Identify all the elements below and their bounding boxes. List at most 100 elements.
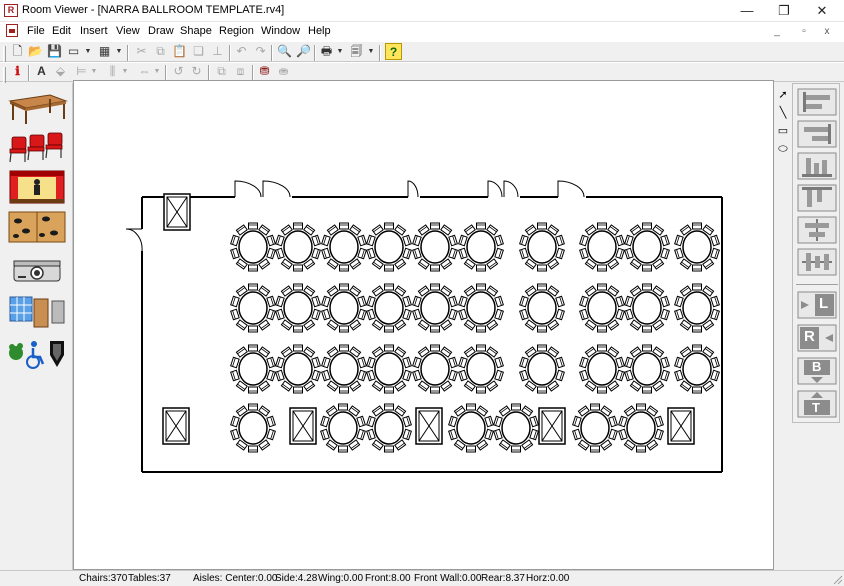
menu-file[interactable]: File <box>27 25 45 37</box>
print-setup-icon[interactable]: ▭ <box>65 43 82 60</box>
redo-icon[interactable]: ↷ <box>252 43 269 60</box>
zoom-in-icon[interactable]: 🔍 <box>276 43 293 60</box>
group-icon[interactable]: ⛃ <box>256 63 273 80</box>
close-icon[interactable]: ✕ <box>805 2 839 20</box>
projector-icon[interactable] <box>6 251 68 287</box>
chevron-down-icon[interactable]: ▼ <box>84 43 92 60</box>
undo-icon[interactable]: ↶ <box>233 43 250 60</box>
chevron-down-icon[interactable]: ▼ <box>90 63 98 80</box>
round-table[interactable] <box>579 222 625 272</box>
round-table[interactable] <box>366 222 412 272</box>
table-icon[interactable] <box>6 89 68 125</box>
align-center-horizontal-icon[interactable] <box>797 216 837 244</box>
open-icon[interactable]: 📂 <box>27 43 44 60</box>
mdi-close-icon[interactable]: x <box>820 25 834 38</box>
round-table[interactable] <box>412 283 458 333</box>
round-table[interactable] <box>412 344 458 394</box>
chevron-down-icon[interactable]: ▼ <box>115 43 123 60</box>
round-table[interactable] <box>321 344 367 394</box>
layout-right-button[interactable]: R <box>797 324 837 352</box>
round-table[interactable] <box>579 283 625 333</box>
round-table[interactable] <box>321 222 367 272</box>
duplicate-icon[interactable]: ❏ <box>190 43 207 60</box>
table-grid-icon[interactable]: ▦ <box>96 43 113 60</box>
menu-shape[interactable]: Shape <box>180 25 212 37</box>
round-table[interactable] <box>458 283 504 333</box>
round-table[interactable] <box>458 222 504 272</box>
chevron-down-icon[interactable]: ▼ <box>153 63 161 80</box>
save-icon[interactable]: 💾 <box>46 43 63 60</box>
round-table[interactable] <box>618 403 664 453</box>
rotate-left-icon[interactable]: ↺ <box>170 63 187 80</box>
round-table[interactable] <box>366 344 412 394</box>
rotate-right-icon[interactable]: ↻ <box>188 63 205 80</box>
mdi-restore-icon[interactable]: ▫ <box>797 25 811 38</box>
mdi-minimize-icon[interactable]: _ <box>770 25 784 38</box>
menu-edit[interactable]: Edit <box>52 25 71 37</box>
round-table[interactable] <box>230 344 276 394</box>
zoom-out-icon[interactable]: 🔎 <box>295 43 312 60</box>
align-right-icon[interactable] <box>797 120 837 148</box>
anchor-icon[interactable]: ⊥ <box>209 43 226 60</box>
restore-icon[interactable]: ❐ <box>767 2 801 20</box>
round-table[interactable] <box>366 403 412 453</box>
pillar-icon[interactable] <box>289 407 317 445</box>
pillar-icon[interactable] <box>538 407 566 445</box>
menu-region[interactable]: Region <box>219 25 254 37</box>
round-table[interactable] <box>674 222 720 272</box>
minimize-icon[interactable]: — <box>730 2 764 20</box>
paste-icon[interactable]: 📋 <box>171 43 188 60</box>
layout-left-button[interactable]: L <box>797 291 837 319</box>
decor-accessibility-icon[interactable] <box>6 335 68 371</box>
round-table[interactable] <box>674 344 720 394</box>
pillar-icon[interactable] <box>162 407 190 445</box>
align-bottom-icon[interactable] <box>797 152 837 180</box>
round-table[interactable] <box>624 283 670 333</box>
pointer-tool-icon[interactable]: ➚ <box>776 87 790 103</box>
round-table[interactable] <box>366 283 412 333</box>
round-table[interactable] <box>448 403 494 453</box>
text-icon[interactable]: A <box>33 63 50 80</box>
menu-help[interactable]: Help <box>308 25 331 37</box>
round-table[interactable] <box>579 344 625 394</box>
info-icon[interactable]: ℹ <box>9 63 26 80</box>
dance-floor-icon[interactable] <box>6 209 68 245</box>
toolbar-grip[interactable] <box>3 46 6 62</box>
print-icon[interactable]: 🖶 <box>318 43 335 60</box>
pillar-icon[interactable] <box>667 407 695 445</box>
help-icon[interactable]: ? <box>385 43 402 60</box>
align-left-icon[interactable] <box>797 88 837 116</box>
round-table[interactable] <box>275 222 321 272</box>
round-table[interactable] <box>275 283 321 333</box>
menu-insert[interactable]: Insert <box>80 25 108 37</box>
align-center-vertical-icon[interactable] <box>797 248 837 276</box>
round-table[interactable] <box>458 344 504 394</box>
round-table[interactable] <box>230 403 276 453</box>
distribute-icon[interactable]: ⫼ <box>104 63 121 80</box>
round-table[interactable] <box>230 222 276 272</box>
round-table[interactable] <box>624 222 670 272</box>
align-top-icon[interactable] <box>797 184 837 212</box>
resize-grip-icon[interactable] <box>831 573 843 585</box>
round-table[interactable] <box>493 403 539 453</box>
bring-front-icon[interactable]: ⧉ <box>213 63 230 80</box>
round-table[interactable] <box>321 283 367 333</box>
round-table[interactable] <box>230 283 276 333</box>
document-icon[interactable] <box>6 24 18 37</box>
rectangle-tool-icon[interactable]: ▭ <box>776 123 790 139</box>
room-viewer-app-icon[interactable]: R <box>4 4 18 17</box>
menu-window[interactable]: Window <box>261 25 300 37</box>
round-table[interactable] <box>572 403 618 453</box>
align-icon[interactable]: ⊨ <box>73 63 90 80</box>
flip-icon[interactable]: ⇔ <box>136 63 153 80</box>
copy-icon[interactable]: ⧉ <box>152 43 169 60</box>
fill-icon[interactable]: ⬙ <box>52 63 69 80</box>
chairs-icon[interactable] <box>6 129 68 165</box>
pillar-icon[interactable] <box>163 193 191 231</box>
round-table[interactable] <box>519 344 565 394</box>
chevron-down-icon[interactable]: ▼ <box>336 43 344 60</box>
menu-view[interactable]: View <box>116 25 140 37</box>
floor-plan-canvas[interactable] <box>73 80 774 570</box>
round-table[interactable] <box>624 344 670 394</box>
round-table[interactable] <box>320 403 366 453</box>
